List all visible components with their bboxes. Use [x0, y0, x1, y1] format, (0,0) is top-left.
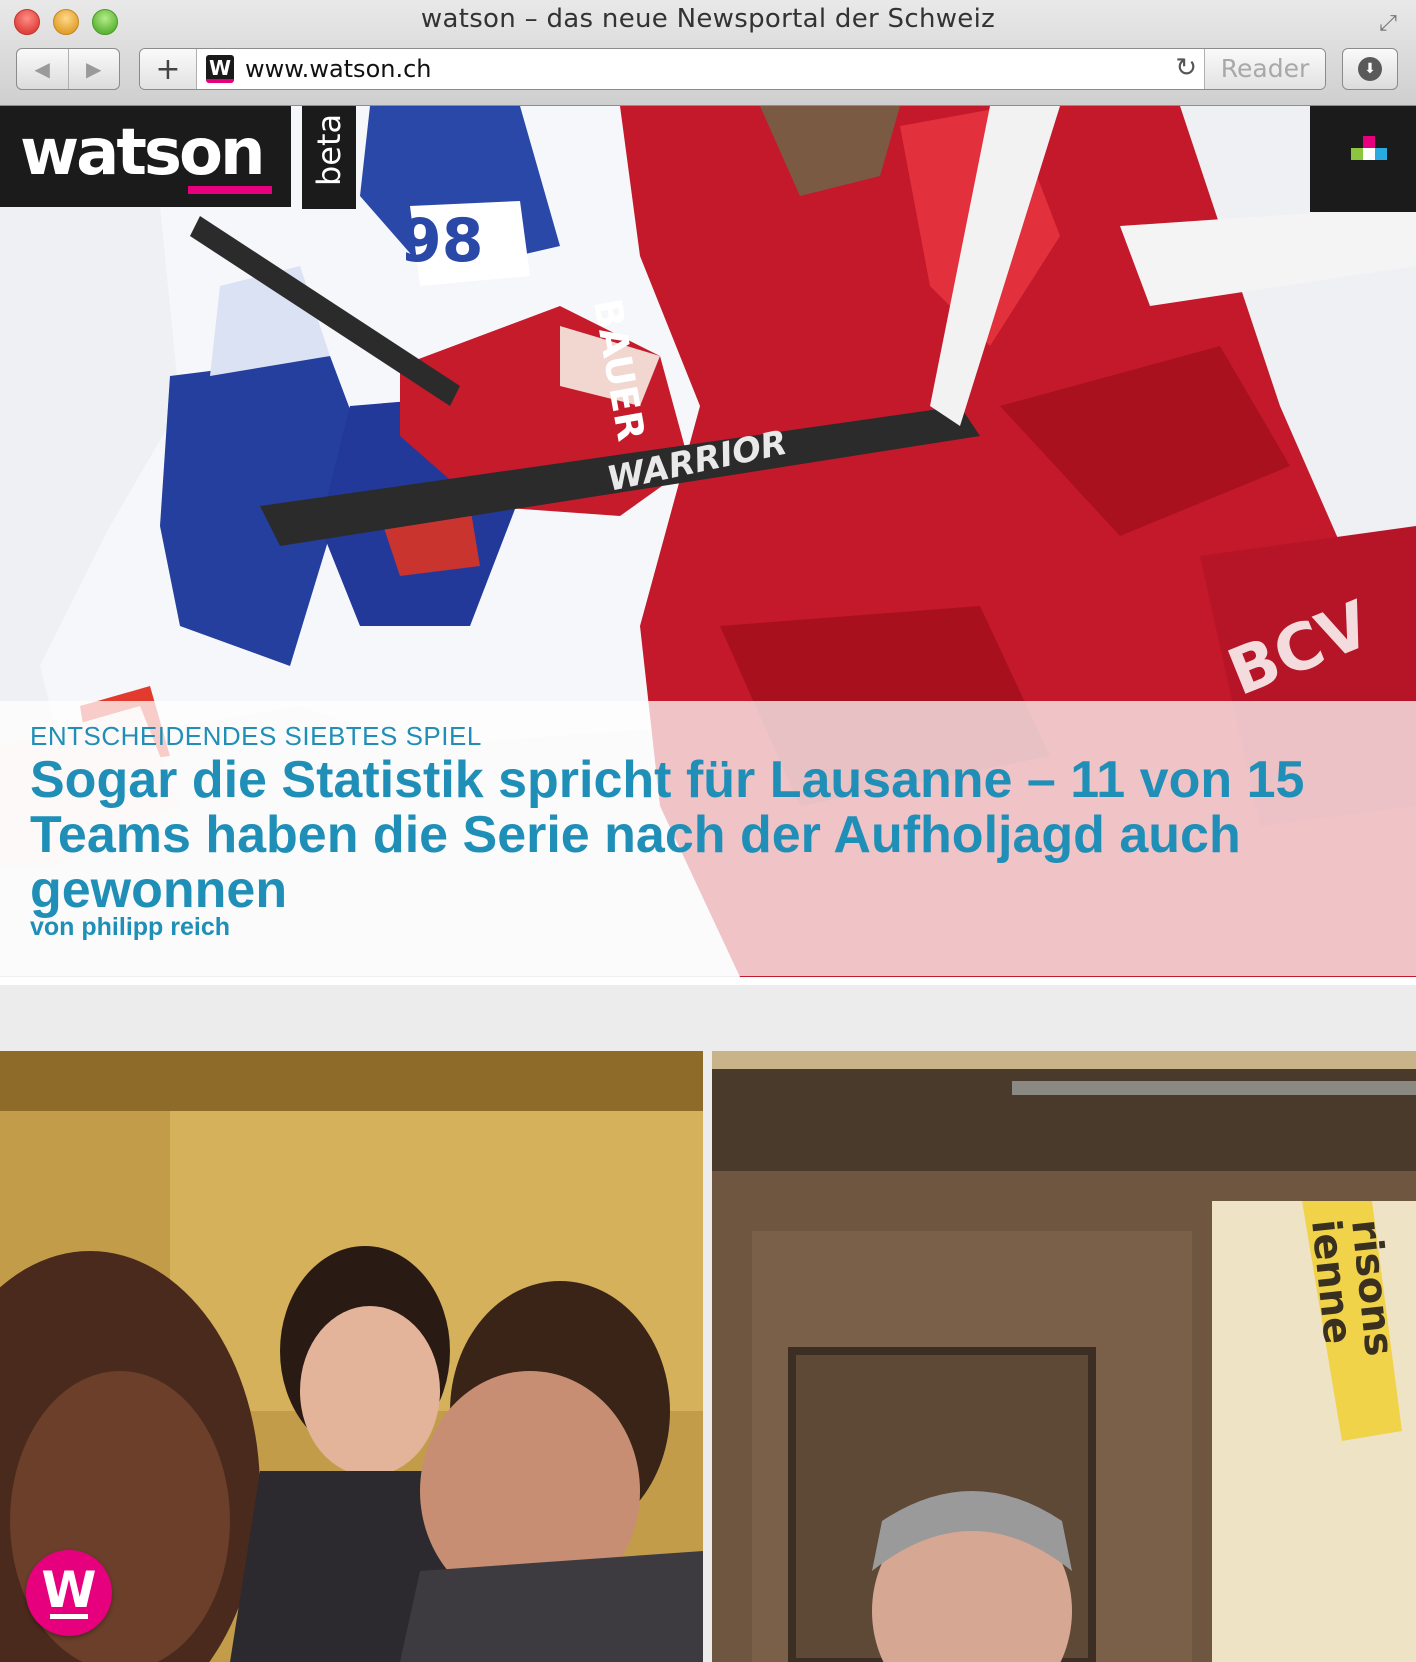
back-arrow-icon: ◀ — [34, 57, 50, 81]
window-title: watson – das neue Newsportal der Schweiz — [420, 4, 996, 34]
hero-article[interactable]: 98 BAUER WARRIOR BCV watson beta ENTSCHE… — [0, 106, 1416, 977]
reload-icon[interactable]: ↻ — [1175, 53, 1197, 83]
menu-square-icon — [1363, 136, 1375, 148]
article-byline[interactable]: von philipp reich — [30, 913, 230, 942]
forward-arrow-icon: ▶ — [86, 57, 102, 81]
menu-square-icon — [1351, 148, 1363, 160]
story-tile[interactable]: risons ienne — [712, 1051, 1416, 1662]
back-forward-group: ◀ ▶ — [16, 48, 120, 90]
article-kicker: ENTSCHEIDENDES SIEBTES SPIEL — [30, 721, 482, 751]
svg-text:98: 98 — [400, 206, 484, 276]
logo-underline — [188, 186, 272, 194]
download-icon: ⬇ — [1358, 57, 1382, 81]
back-button[interactable]: ◀ — [17, 49, 68, 89]
forward-button[interactable]: ▶ — [67, 49, 120, 89]
beta-label: beta — [310, 113, 348, 186]
watson-home-button[interactable]: W — [26, 1550, 112, 1636]
fullscreen-icon[interactable]: ⤢ — [1374, 10, 1402, 38]
downloads-button[interactable]: ⬇ — [1342, 48, 1398, 90]
article-headline[interactable]: Sogar die Statistik spricht für Lausanne… — [30, 753, 1360, 918]
reader-button[interactable]: Reader — [1204, 49, 1325, 89]
browser-toolbar: watson – das neue Newsportal der Schweiz… — [0, 0, 1416, 106]
beta-badge: beta — [302, 106, 356, 209]
plus-icon: + — [155, 51, 181, 87]
menu-square-icon — [1375, 148, 1387, 160]
hero-caption: ENTSCHEIDENDES SIEBTES SPIEL Sogar die S… — [0, 701, 1416, 976]
site-favicon-icon: W — [206, 55, 234, 83]
logo-wordmark: watson — [20, 116, 266, 190]
add-bookmark-button[interactable]: + — [140, 49, 197, 89]
url-text[interactable]: www.watson.ch — [245, 55, 432, 83]
address-bar[interactable]: + W www.watson.ch ↻ Reader — [139, 48, 1326, 90]
menu-button[interactable] — [1310, 106, 1416, 212]
site-logo[interactable]: watson — [0, 106, 291, 207]
menu-square-icon — [1363, 148, 1375, 160]
story-image: risons ienne — [712, 1051, 1416, 1662]
section-divider — [0, 977, 1416, 985]
